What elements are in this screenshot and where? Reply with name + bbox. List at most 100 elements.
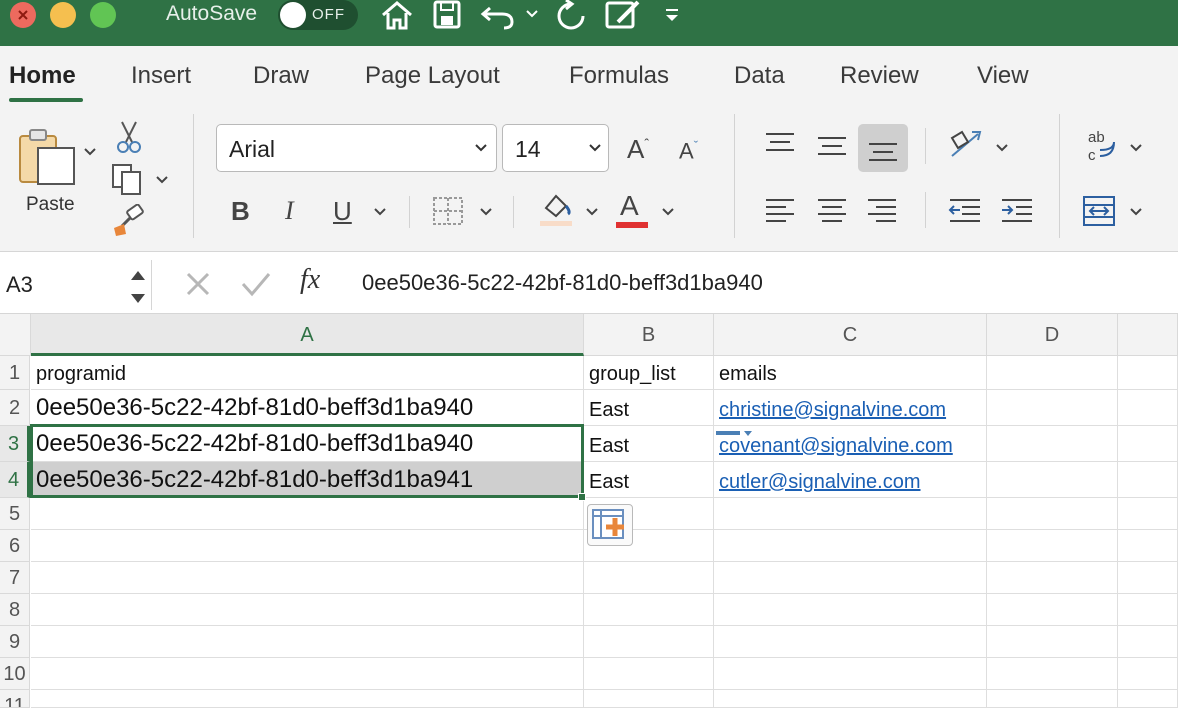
cell-c9[interactable] (714, 626, 987, 658)
align-center-icon[interactable] (816, 196, 848, 224)
borders-dropdown-chevron-icon[interactable] (478, 204, 494, 220)
cell-a5[interactable] (31, 498, 584, 530)
cell-b4[interactable]: East (584, 462, 714, 498)
cell-b9[interactable] (584, 626, 714, 658)
customize-toolbar-icon[interactable] (662, 6, 682, 26)
paste-icon[interactable] (16, 124, 80, 194)
cell-d11[interactable] (987, 690, 1118, 708)
row-header-11[interactable]: 11 (0, 690, 30, 708)
tab-view[interactable]: View (977, 62, 1029, 90)
row-header-10[interactable]: 10 (0, 658, 30, 690)
copy-icon[interactable] (110, 162, 146, 196)
enter-icon[interactable] (240, 270, 272, 298)
cell-a2[interactable]: 0ee50e36-5c22-42bf-81d0-beff3d1ba940 (31, 390, 584, 426)
tab-home[interactable]: Home (9, 62, 76, 90)
cell-e3[interactable] (1118, 426, 1178, 462)
fill-color-icon[interactable] (538, 188, 574, 228)
cell-e11[interactable] (1118, 690, 1178, 708)
cell-e6[interactable] (1118, 530, 1178, 562)
tab-draw[interactable]: Draw (253, 62, 309, 90)
underline-dropdown-chevron-icon[interactable] (372, 204, 388, 220)
fill-handle[interactable] (578, 493, 586, 501)
bold-button[interactable]: B (231, 196, 250, 227)
cell-c3[interactable]: covenant@signalvine.com (714, 426, 987, 462)
increase-indent-icon[interactable] (1000, 196, 1036, 224)
column-header-b[interactable]: B (584, 314, 714, 356)
cell-c4[interactable]: cutler@signalvine.com (714, 462, 987, 498)
row-header-3[interactable]: 3 (0, 426, 30, 462)
font-color-dropdown-chevron-icon[interactable] (660, 204, 676, 220)
cell-b11[interactable] (584, 690, 714, 708)
align-bottom-button[interactable] (858, 124, 908, 172)
align-middle-icon[interactable] (816, 134, 848, 160)
cell-d8[interactable] (987, 594, 1118, 626)
cell-e9[interactable] (1118, 626, 1178, 658)
column-header-c[interactable]: C (714, 314, 987, 356)
zoom-window-button[interactable] (90, 2, 116, 28)
cell-c6[interactable] (714, 530, 987, 562)
row-header-7[interactable]: 7 (0, 562, 30, 594)
cell-d4[interactable] (987, 462, 1118, 498)
cell-c8[interactable] (714, 594, 987, 626)
cell-a9[interactable] (31, 626, 584, 658)
wrap-text-icon[interactable]: ab c (1086, 128, 1122, 166)
cell-e7[interactable] (1118, 562, 1178, 594)
cell-c2[interactable]: christine@signalvine.com (714, 390, 987, 426)
cell-d5[interactable] (987, 498, 1118, 530)
cell-d10[interactable] (987, 658, 1118, 690)
email-link[interactable]: cutler@signalvine.com (719, 471, 921, 494)
orientation-dropdown-chevron-icon[interactable] (994, 140, 1010, 156)
cell-e5[interactable] (1118, 498, 1178, 530)
cell-a6[interactable] (31, 530, 584, 562)
undo-icon[interactable] (480, 0, 516, 30)
insert-function-button[interactable]: fx (300, 264, 320, 296)
email-link[interactable]: covenant@signalvine.com (719, 435, 953, 458)
cell-d3[interactable] (987, 426, 1118, 462)
cell-c11[interactable] (714, 690, 987, 708)
close-window-button[interactable] (10, 2, 36, 28)
row-header-8[interactable]: 8 (0, 594, 30, 626)
row-header-9[interactable]: 9 (0, 626, 30, 658)
align-left-icon[interactable] (764, 196, 796, 224)
cell-e8[interactable] (1118, 594, 1178, 626)
edit-sheet-icon[interactable] (604, 0, 642, 30)
fill-color-dropdown-chevron-icon[interactable] (584, 204, 600, 220)
name-box[interactable]: A3 (0, 260, 152, 310)
cell-b10[interactable] (584, 658, 714, 690)
save-icon[interactable] (432, 0, 462, 30)
font-size-select[interactable]: 14 (502, 124, 609, 172)
tab-insert[interactable]: Insert (131, 62, 191, 90)
cell-a7[interactable] (31, 562, 584, 594)
decrease-indent-icon[interactable] (948, 196, 984, 224)
cell-b8[interactable] (584, 594, 714, 626)
borders-icon[interactable] (432, 194, 466, 228)
paste-dropdown-chevron-icon[interactable] (82, 144, 98, 160)
cancel-icon[interactable] (184, 270, 212, 298)
cell-a8[interactable] (31, 594, 584, 626)
cell-a1[interactable]: programid (31, 356, 584, 390)
redo-icon[interactable] (554, 0, 588, 32)
home-icon[interactable] (380, 0, 414, 30)
tab-formulas[interactable]: Formulas (569, 62, 669, 90)
cell-b1[interactable]: group_list (584, 356, 714, 390)
email-link[interactable]: christine@signalvine.com (719, 399, 946, 422)
select-all-corner[interactable] (0, 314, 31, 356)
cell-d1[interactable] (987, 356, 1118, 390)
cell-a4[interactable]: 0ee50e36-5c22-42bf-81d0-beff3d1ba941 (31, 462, 584, 498)
font-name-select[interactable]: Arial (216, 124, 497, 172)
italic-button[interactable]: I (285, 196, 294, 226)
cell-d7[interactable] (987, 562, 1118, 594)
format-painter-icon[interactable] (112, 204, 146, 238)
align-right-icon[interactable] (866, 196, 898, 224)
orientation-icon[interactable] (948, 128, 984, 162)
merge-center-icon[interactable] (1082, 194, 1118, 228)
row-header-2[interactable]: 2 (0, 390, 30, 426)
tab-page-layout[interactable]: Page Layout (365, 62, 500, 90)
font-color-button[interactable]: A (616, 190, 648, 228)
formula-input[interactable]: 0ee50e36-5c22-42bf-81d0-beff3d1ba940 (362, 270, 763, 296)
cell-b2[interactable]: East (584, 390, 714, 426)
autosave-toggle[interactable]: OFF (278, 0, 358, 30)
row-header-1[interactable]: 1 (0, 356, 30, 390)
cell-e10[interactable] (1118, 658, 1178, 690)
column-header-a[interactable]: A (31, 314, 584, 356)
